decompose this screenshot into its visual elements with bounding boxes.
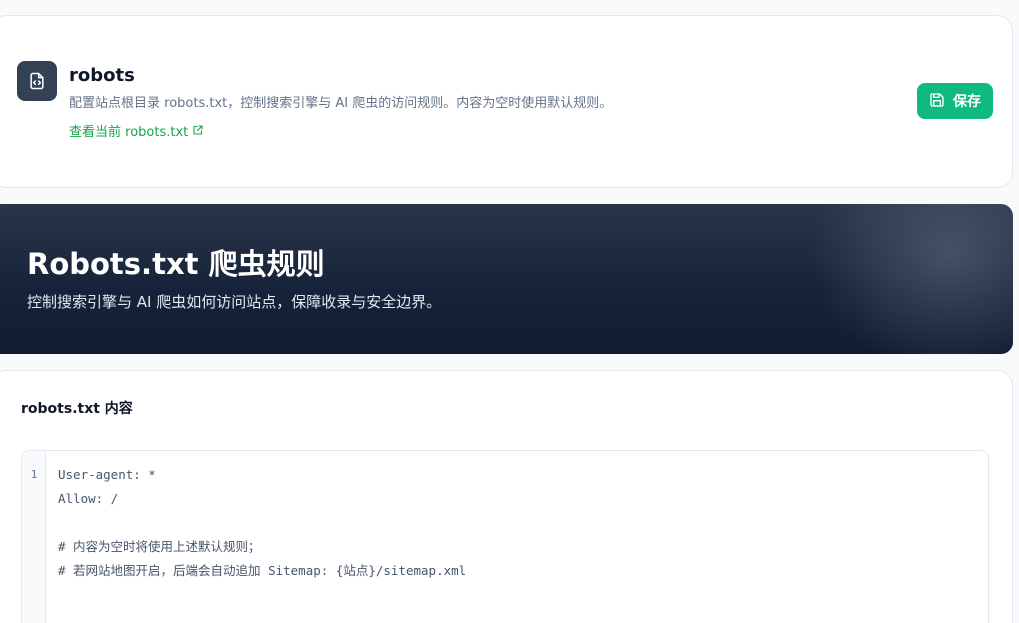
code-line: # 内容为空时将使用上述默认规则；: [58, 539, 261, 554]
hero-banner: Robots.txt 爬虫规则 控制搜索引擎与 AI 爬虫如何访问站点，保障收录…: [0, 204, 1013, 354]
save-button[interactable]: 保存: [917, 83, 993, 119]
save-button-label: 保存: [953, 93, 981, 109]
code-line: Allow: /: [58, 491, 119, 506]
code-line: # 若网站地图开启，后端会自动追加 Sitemap: {站点}/sitemap.…: [58, 563, 467, 578]
page-description: 配置站点根目录 robots.txt，控制搜索引擎与 AI 爬虫的访问规则。内容…: [69, 96, 613, 111]
line-number: 1: [30, 468, 38, 481]
external-link-icon: [192, 124, 204, 142]
robots-settings-page: robots 配置站点根目录 robots.txt，控制搜索引擎与 AI 爬虫的…: [0, 0, 1019, 623]
page-title: robots: [69, 65, 135, 86]
robots-editor[interactable]: 1 User-agent: * Allow: / # 内容为空时将使用上述默认规…: [21, 450, 989, 623]
code-content[interactable]: User-agent: * Allow: / # 内容为空时将使用上述默认规则；…: [58, 463, 466, 583]
view-link-label: 查看当前 robots.txt: [69, 125, 189, 140]
file-code-icon: [17, 61, 57, 101]
section-title: robots.txt 内容: [21, 401, 133, 417]
robots-content-card: robots.txt 内容 1 User-agent: * Allow: / #…: [0, 370, 1013, 623]
hero-subtitle: 控制搜索引擎与 AI 爬虫如何访问站点，保障收录与安全边界。: [27, 293, 442, 311]
hero-title: Robots.txt 爬虫规则: [27, 247, 325, 281]
save-icon: [929, 92, 945, 111]
view-current-robots-link[interactable]: 查看当前 robots.txt: [69, 124, 204, 142]
line-number-gutter: 1: [22, 451, 46, 623]
code-line: User-agent: *: [58, 467, 156, 482]
header-card: robots 配置站点根目录 robots.txt，控制搜索引擎与 AI 爬虫的…: [0, 15, 1013, 188]
